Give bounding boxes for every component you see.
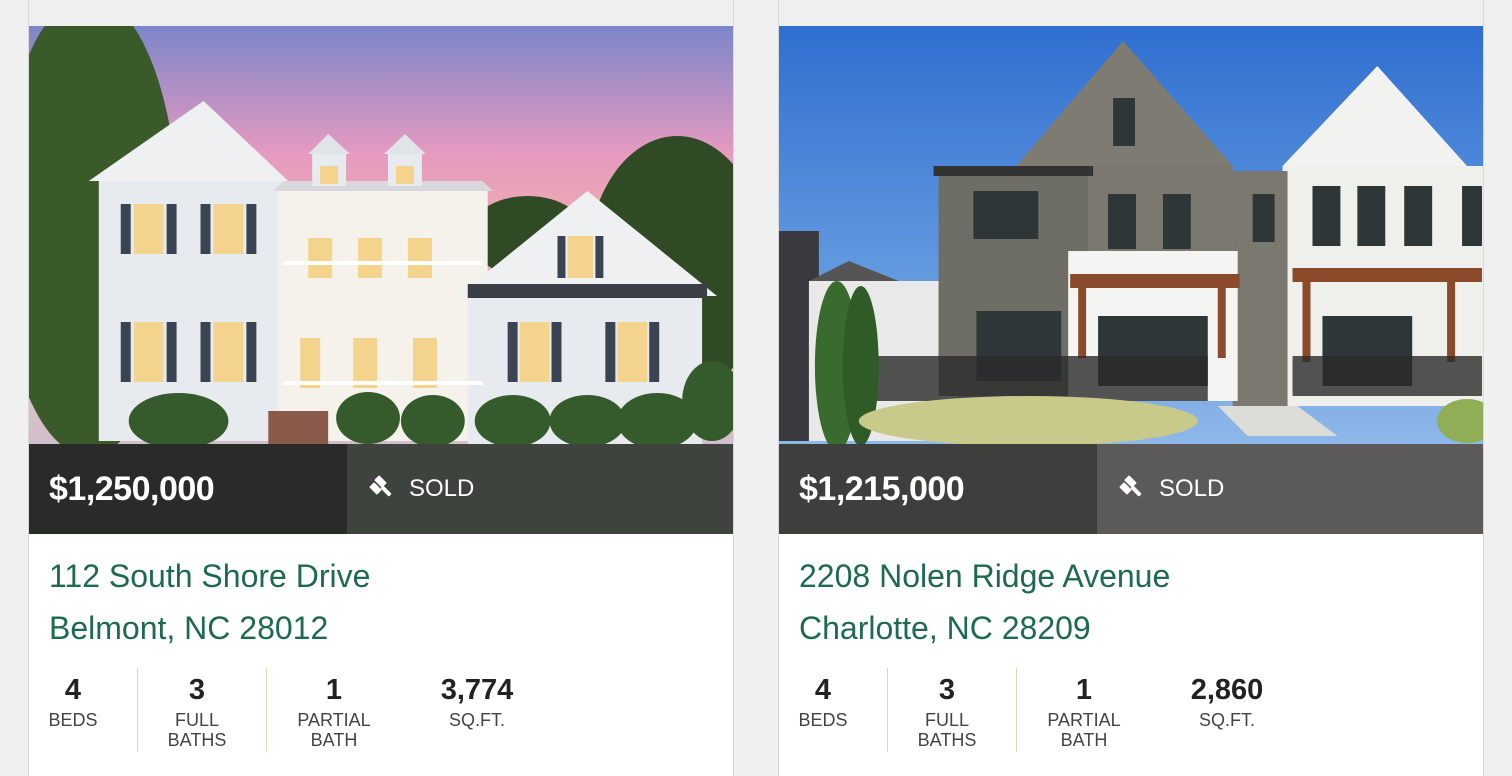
listing-stats: 4 BEDS 3 FULL BATHS 1 PARTIAL BATH 3,774… (29, 668, 733, 752)
full-baths-value: 3 (938, 674, 956, 706)
sqft-label: SQ.FT. (1198, 710, 1255, 730)
price-bar: $1,215,000 SOLD (779, 444, 1483, 534)
stat-divider (1016, 668, 1017, 752)
stat-full-baths: 3 FULL BATHS (897, 668, 997, 752)
beds-label: BEDS (48, 710, 98, 730)
address-street-link[interactable]: 112 South Shore Drive (49, 558, 370, 595)
full-baths-label: FULL (924, 710, 969, 730)
status-label: SOLD (1159, 475, 1225, 502)
partial-bath-label: PARTIAL (297, 710, 371, 730)
gavel-icon (1117, 475, 1145, 503)
partial-bath-label-2: BATH (1060, 730, 1108, 750)
address-city-link[interactable]: Belmont, NC 28012 (49, 610, 328, 647)
stat-partial-bath: 1 PARTIAL BATH (279, 668, 389, 752)
sqft-value: 3,774 (440, 674, 514, 706)
listing-status: SOLD (347, 444, 733, 534)
partial-bath-label-2: BATH (310, 730, 358, 750)
stat-partial-bath: 1 PARTIAL BATH (1029, 668, 1139, 752)
listing-card[interactable]: $1,215,000 SOLD 2208 Nolen Ridge Avenue … (778, 0, 1484, 776)
beds-value: 4 (64, 674, 82, 706)
stat-divider (137, 668, 138, 752)
listing-stats: 4 BEDS 3 FULL BATHS 1 PARTIAL BATH 2,860… (779, 668, 1483, 752)
stat-divider (887, 668, 888, 752)
stat-divider (266, 668, 267, 752)
address-city-link[interactable]: Charlotte, NC 28209 (799, 610, 1091, 647)
sqft-value: 2,860 (1190, 674, 1264, 706)
sqft-label: SQ.FT. (448, 710, 505, 730)
listing-status: SOLD (1097, 444, 1483, 534)
card-top-strip (29, 0, 733, 26)
beds-value: 4 (814, 674, 832, 706)
stat-beds: 4 BEDS (779, 668, 867, 752)
full-baths-label: FULL (174, 710, 219, 730)
card-top-strip (779, 0, 1483, 26)
stat-beds: 4 BEDS (29, 668, 117, 752)
address-street-link[interactable]: 2208 Nolen Ridge Avenue (799, 558, 1170, 595)
stat-sqft: 2,860 SQ.FT. (1169, 668, 1285, 752)
status-label: SOLD (409, 475, 475, 502)
partial-bath-value: 1 (325, 674, 343, 706)
stat-sqft: 3,774 SQ.FT. (419, 668, 535, 752)
listing-price: $1,215,000 (779, 444, 1097, 534)
partial-bath-label: PARTIAL (1047, 710, 1121, 730)
full-baths-label-2: BATHS (167, 730, 227, 750)
partial-bath-value: 1 (1075, 674, 1093, 706)
full-baths-value: 3 (188, 674, 206, 706)
beds-label: BEDS (798, 710, 848, 730)
stat-full-baths: 3 FULL BATHS (147, 668, 247, 752)
price-bar: $1,250,000 SOLD (29, 444, 733, 534)
gavel-icon (367, 475, 395, 503)
listing-price: $1,250,000 (29, 444, 347, 534)
full-baths-label-2: BATHS (917, 730, 977, 750)
listing-card[interactable]: $1,250,000 SOLD 112 South Shore Drive Be… (28, 0, 734, 776)
